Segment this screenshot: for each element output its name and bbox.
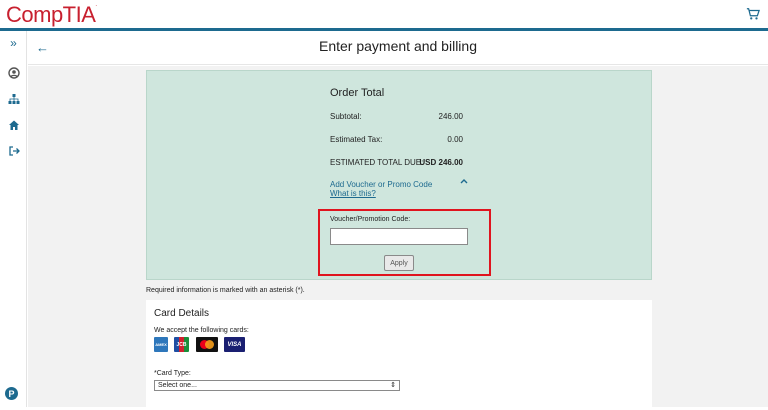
expand-icon[interactable]: » (6, 35, 21, 50)
mastercard-icon (196, 337, 218, 352)
total-due-label: ESTIMATED TOTAL DUE: (330, 158, 424, 167)
comptia-logo[interactable]: CompTIA. (6, 2, 97, 28)
tax-value: 0.00 (447, 135, 463, 144)
page-header: ← Enter payment and billing (28, 31, 768, 65)
apply-button[interactable]: Apply (384, 255, 414, 271)
subtotal-label: Subtotal: (330, 112, 362, 121)
accepted-cards-text: We accept the following cards: (154, 327, 249, 334)
order-total-panel: Order Total Subtotal: 246.00 Estimated T… (146, 70, 652, 280)
logo-text: CompTIA (6, 2, 96, 27)
voucher-label: Voucher/Promotion Code: (330, 216, 411, 223)
add-voucher-link[interactable]: Add Voucher or Promo Code (330, 180, 432, 189)
card-details-heading: Card Details (154, 308, 210, 319)
jcb-card-icon: JCB (174, 337, 189, 352)
select-arrow-icon: ⇕ (390, 382, 396, 389)
sidebar: » P (0, 31, 27, 407)
logo-mark: . (95, 2, 97, 8)
order-total-heading: Order Total (330, 87, 385, 99)
what-is-this-link[interactable]: What is this? (330, 189, 376, 198)
total-due-value: USD 246.00 (419, 158, 463, 167)
visa-card-icon: VISA (224, 337, 245, 352)
sitemap-icon[interactable] (6, 91, 21, 106)
user-icon[interactable] (6, 65, 21, 80)
card-type-select[interactable]: Select one... ⇕ (154, 380, 400, 391)
amex-card-icon: AMEX (154, 337, 168, 352)
chevron-up-icon[interactable] (460, 177, 468, 185)
home-icon[interactable] (6, 117, 21, 132)
page-title: Enter payment and billing (319, 38, 477, 54)
top-bar: CompTIA. (0, 0, 768, 31)
logout-icon[interactable] (6, 143, 21, 158)
cart-icon[interactable] (746, 7, 760, 21)
voucher-input[interactable] (330, 228, 468, 245)
card-type-selected: Select one... (158, 382, 197, 389)
subtotal-value: 246.00 (438, 112, 463, 121)
pearson-logo-icon[interactable]: P (5, 387, 18, 400)
card-details-panel: Card Details We accept the following car… (146, 300, 652, 410)
tax-label: Estimated Tax: (330, 135, 383, 144)
main-content: Order Total Subtotal: 246.00 Estimated T… (28, 66, 768, 410)
card-type-label: *Card Type: (154, 370, 191, 377)
required-note: Required information is marked with an a… (146, 287, 305, 294)
